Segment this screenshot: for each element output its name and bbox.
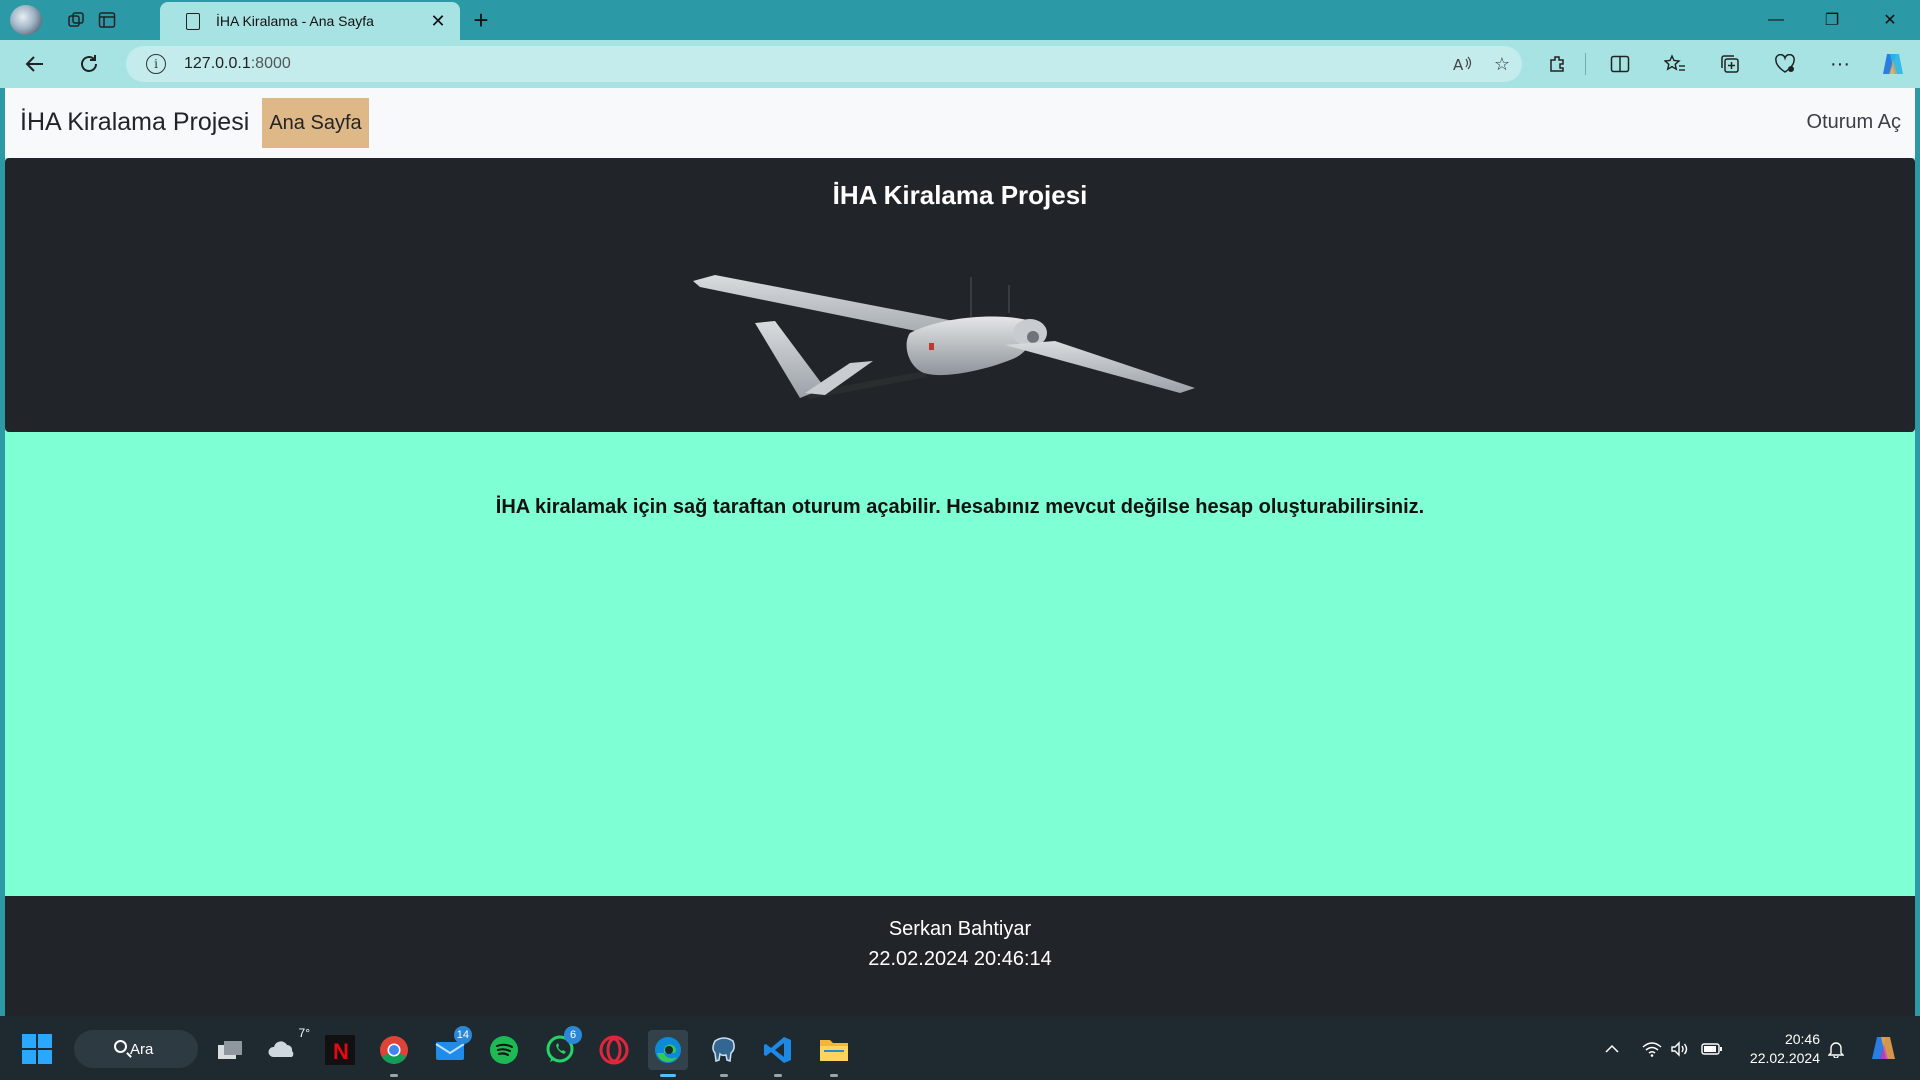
search-icon bbox=[114, 1040, 127, 1053]
footer-author: Serkan Bahtiyar bbox=[888, 918, 1032, 940]
battery-icon[interactable] bbox=[1700, 1038, 1724, 1060]
chrome-icon[interactable] bbox=[374, 1030, 414, 1077]
browser-toolbar: i 127.0.0.1:8000 A ☆ ··· bbox=[0, 40, 1920, 88]
whatsapp-badge: 6 bbox=[564, 1026, 582, 1044]
task-view-icon[interactable] bbox=[210, 1030, 250, 1070]
edge-running-indicator bbox=[660, 1074, 676, 1077]
tab-actions-icon[interactable] bbox=[92, 6, 122, 34]
mail-badge: 14 bbox=[453, 1026, 472, 1044]
address-bar[interactable]: i 127.0.0.1:8000 A ☆ bbox=[126, 46, 1522, 82]
system-clock[interactable]: 20:46 22.02.2024 bbox=[1740, 1030, 1820, 1068]
mail-icon[interactable]: 14 bbox=[430, 1026, 472, 1070]
tab-title: İHA Kiralama - Ana Sayfa bbox=[216, 13, 374, 29]
edge-icon[interactable] bbox=[648, 1030, 688, 1077]
opera-icon[interactable] bbox=[594, 1030, 634, 1070]
vscode-running-indicator bbox=[774, 1074, 782, 1077]
favorites-icon[interactable] bbox=[1655, 48, 1695, 80]
copilot-taskbar-icon[interactable] bbox=[1868, 1032, 1900, 1064]
browser-essentials-icon[interactable] bbox=[1765, 48, 1805, 80]
postgresql-icon[interactable] bbox=[704, 1030, 744, 1077]
more-options-icon[interactable]: ··· bbox=[1820, 48, 1860, 80]
site-footer: Serkan Bahtiyar 22.02.2024 20:46:14 bbox=[5, 896, 1915, 1016]
back-button[interactable] bbox=[18, 48, 52, 80]
collections-icon[interactable] bbox=[1710, 48, 1750, 80]
minimize-button[interactable]: — bbox=[1748, 0, 1804, 40]
windows-taskbar: Ara 7° N 14 6 20:46 22.02.2024 bbox=[0, 1016, 1920, 1080]
site-navbar: İHA Kiralama Projesi Ana Sayfa Oturum Aç bbox=[5, 88, 1915, 158]
site-info-icon[interactable]: i bbox=[146, 54, 166, 74]
drone-image bbox=[693, 275, 1195, 399]
page-viewport: İHA Kiralama Projesi Ana Sayfa Oturum Aç… bbox=[5, 88, 1915, 1016]
taskbar-search[interactable]: Ara bbox=[74, 1030, 198, 1068]
footer-timestamp: 22.02.2024 20:46:14 bbox=[868, 948, 1052, 970]
nav-login-link[interactable]: Oturum Aç bbox=[1807, 111, 1901, 134]
hero-banner: İHA Kiralama Projesi bbox=[5, 158, 1915, 432]
wifi-icon[interactable] bbox=[1640, 1038, 1664, 1060]
svg-text:N: N bbox=[333, 1039, 349, 1064]
file-explorer-icon[interactable] bbox=[814, 1030, 854, 1077]
profile-avatar[interactable] bbox=[10, 5, 42, 35]
copilot-icon[interactable] bbox=[1873, 48, 1913, 80]
weather-temp: 7° bbox=[298, 1026, 310, 1040]
chrome-running-indicator bbox=[390, 1074, 398, 1077]
url-text[interactable]: 127.0.0.1:8000 bbox=[184, 55, 1442, 73]
svg-text:A: A bbox=[1453, 56, 1464, 73]
workspaces-icon[interactable] bbox=[62, 6, 92, 34]
show-hidden-icons[interactable] bbox=[1600, 1038, 1624, 1060]
nav-home-link[interactable]: Ana Sayfa bbox=[262, 98, 369, 148]
browser-tab-bar: İHA Kiralama - Ana Sayfa ✕ + — ❐ ✕ bbox=[0, 0, 1920, 40]
start-button[interactable] bbox=[22, 1034, 52, 1064]
window-close-button[interactable]: ✕ bbox=[1862, 0, 1918, 40]
explorer-running-indicator bbox=[830, 1074, 838, 1077]
extensions-icon[interactable] bbox=[1537, 48, 1577, 80]
clock-time: 20:46 bbox=[1784, 1031, 1820, 1047]
search-label: Ara bbox=[130, 1040, 154, 1058]
whatsapp-icon[interactable]: 6 bbox=[540, 1026, 582, 1070]
intro-text: İHA kiralamak için sağ taraftan oturum a… bbox=[495, 496, 1425, 518]
volume-icon[interactable] bbox=[1668, 1038, 1692, 1060]
split-screen-icon[interactable] bbox=[1600, 48, 1640, 80]
vscode-icon[interactable] bbox=[758, 1030, 798, 1077]
new-tab-button[interactable]: + bbox=[466, 6, 496, 34]
spotify-icon[interactable] bbox=[484, 1030, 524, 1070]
clock-date: 22.02.2024 bbox=[1749, 1050, 1820, 1066]
restore-button[interactable]: ❐ bbox=[1804, 0, 1860, 40]
page-icon bbox=[186, 12, 200, 30]
site-brand[interactable]: İHA Kiralama Projesi bbox=[20, 108, 249, 137]
postgresql-running-indicator bbox=[720, 1074, 728, 1077]
netflix-icon[interactable]: N bbox=[320, 1030, 360, 1070]
read-aloud-icon[interactable]: A bbox=[1442, 48, 1482, 80]
toolbar-divider bbox=[1580, 48, 1590, 80]
notification-bell-icon[interactable] bbox=[1824, 1038, 1848, 1060]
tab-active[interactable]: İHA Kiralama - Ana Sayfa ✕ bbox=[160, 2, 460, 40]
weather-widget[interactable]: 7° bbox=[264, 1026, 310, 1070]
favorite-star-icon[interactable]: ☆ bbox=[1482, 48, 1522, 80]
tab-close-icon[interactable]: ✕ bbox=[428, 11, 448, 32]
hero-title: İHA Kiralama Projesi bbox=[832, 180, 1088, 210]
reload-button[interactable] bbox=[72, 48, 106, 80]
